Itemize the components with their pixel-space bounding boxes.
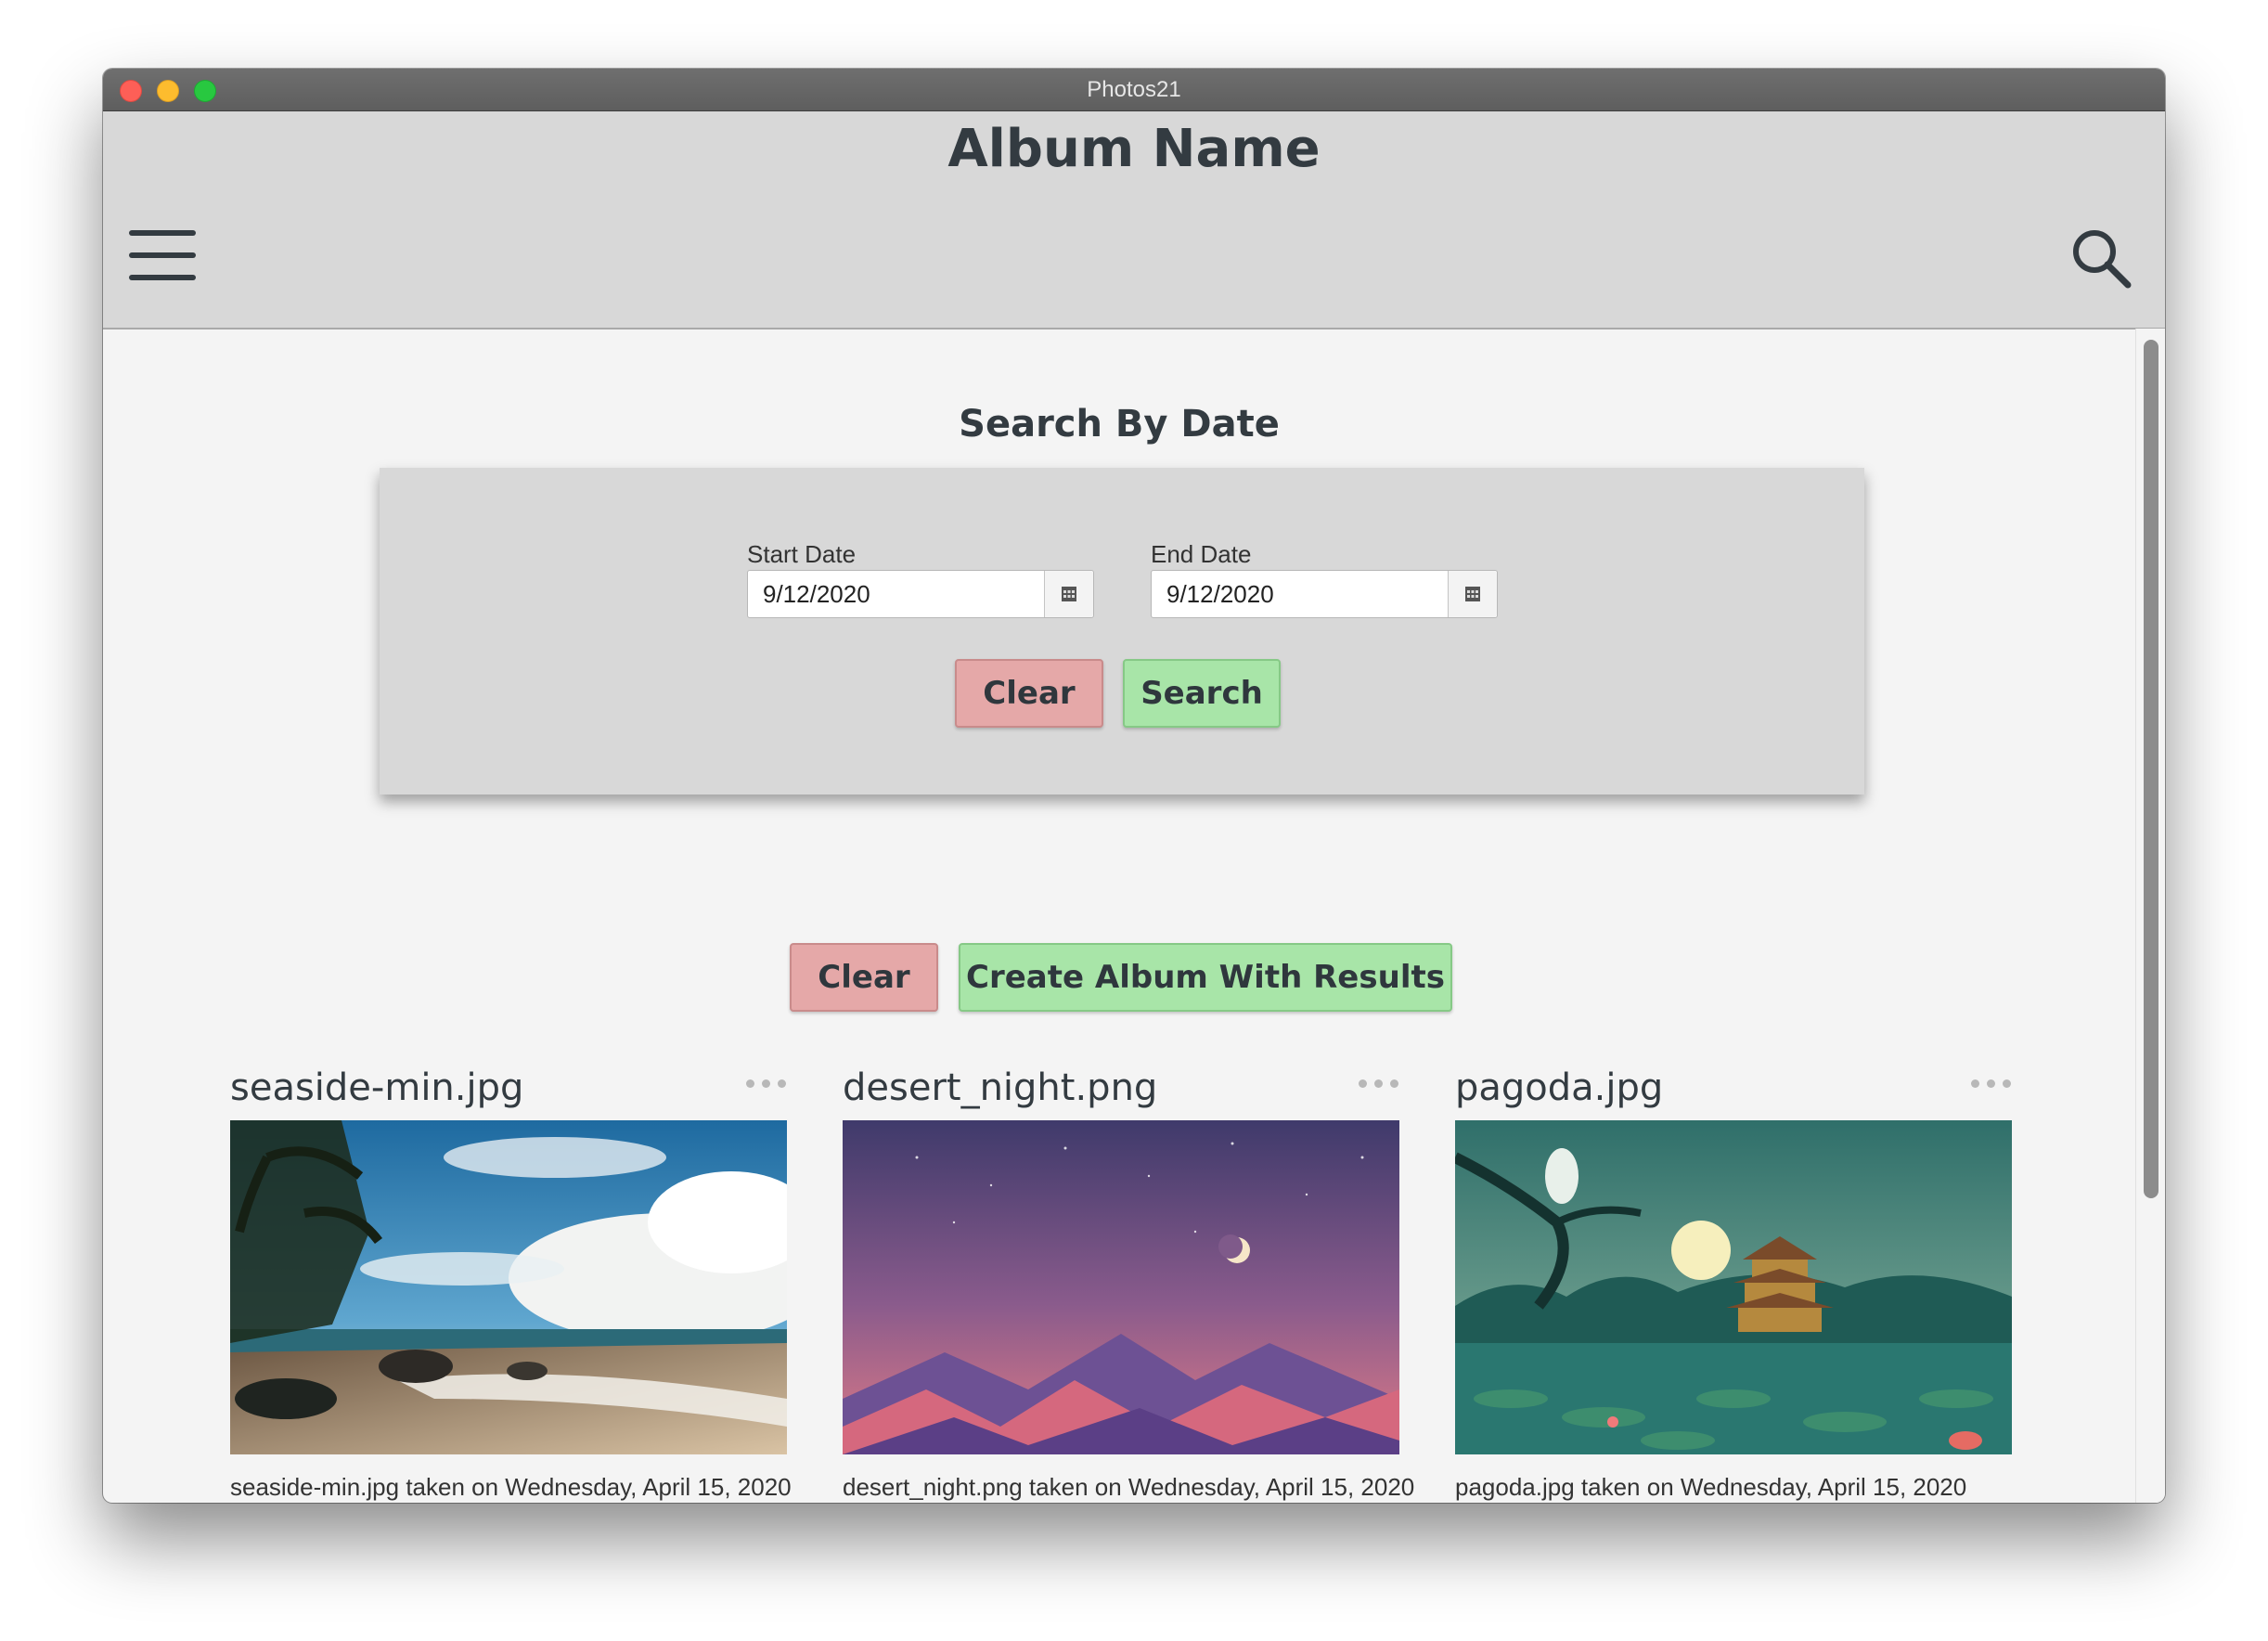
photo-thumbnail[interactable] [230,1120,787,1454]
calendar-icon [1062,587,1076,601]
photo-title: seaside-min.jpg [230,1066,524,1109]
start-date-input[interactable] [748,571,1056,617]
search-by-date-title: Search By Date [959,403,1280,446]
search-button[interactable]: Search [1123,659,1281,728]
search-clear-button[interactable]: Clear [955,659,1103,728]
end-date-input[interactable] [1152,571,1460,617]
start-date-picker [747,570,1094,618]
start-date-label: Start Date [747,540,857,568]
photo-caption: seaside-min.jpg taken on Wednesday, Apri… [230,1473,792,1501]
photo-title: desert_night.png [843,1066,1158,1109]
start-date-calendar-button[interactable] [1044,571,1093,617]
more-options-icon[interactable] [1971,1076,2012,1091]
photo-thumbnail[interactable] [1455,1120,2012,1454]
create-album-button[interactable]: Create Album With Results [959,943,1452,1012]
calendar-icon [1465,587,1480,601]
end-date-label: End Date [1151,540,1252,568]
more-options-icon[interactable] [1359,1076,1399,1091]
photo-caption: desert_night.png taken on Wednesday, Apr… [843,1473,1415,1501]
photo-caption: pagoda.jpg taken on Wednesday, April 15,… [1455,1473,1967,1501]
page-title: Album Name [947,119,1321,179]
photo-thumbnail[interactable] [843,1120,1399,1454]
app-header: Album Name [103,111,2165,329]
main-content: Search By Date Start Date End Date [103,329,2135,1503]
scrollbar-thumb[interactable] [2144,340,2158,1198]
search-icon[interactable] [2070,227,2132,289]
app-window: Photos21 Album Name Search By Date Start… [103,69,2165,1503]
results-clear-button[interactable]: Clear [790,943,938,1012]
search-by-date-panel: Start Date End Date [380,468,1864,795]
vertical-scrollbar[interactable] [2135,329,2165,1503]
end-date-picker [1151,570,1498,618]
more-options-icon[interactable] [746,1076,787,1091]
photo-title: pagoda.jpg [1455,1066,1664,1109]
end-date-calendar-button[interactable] [1448,571,1497,617]
